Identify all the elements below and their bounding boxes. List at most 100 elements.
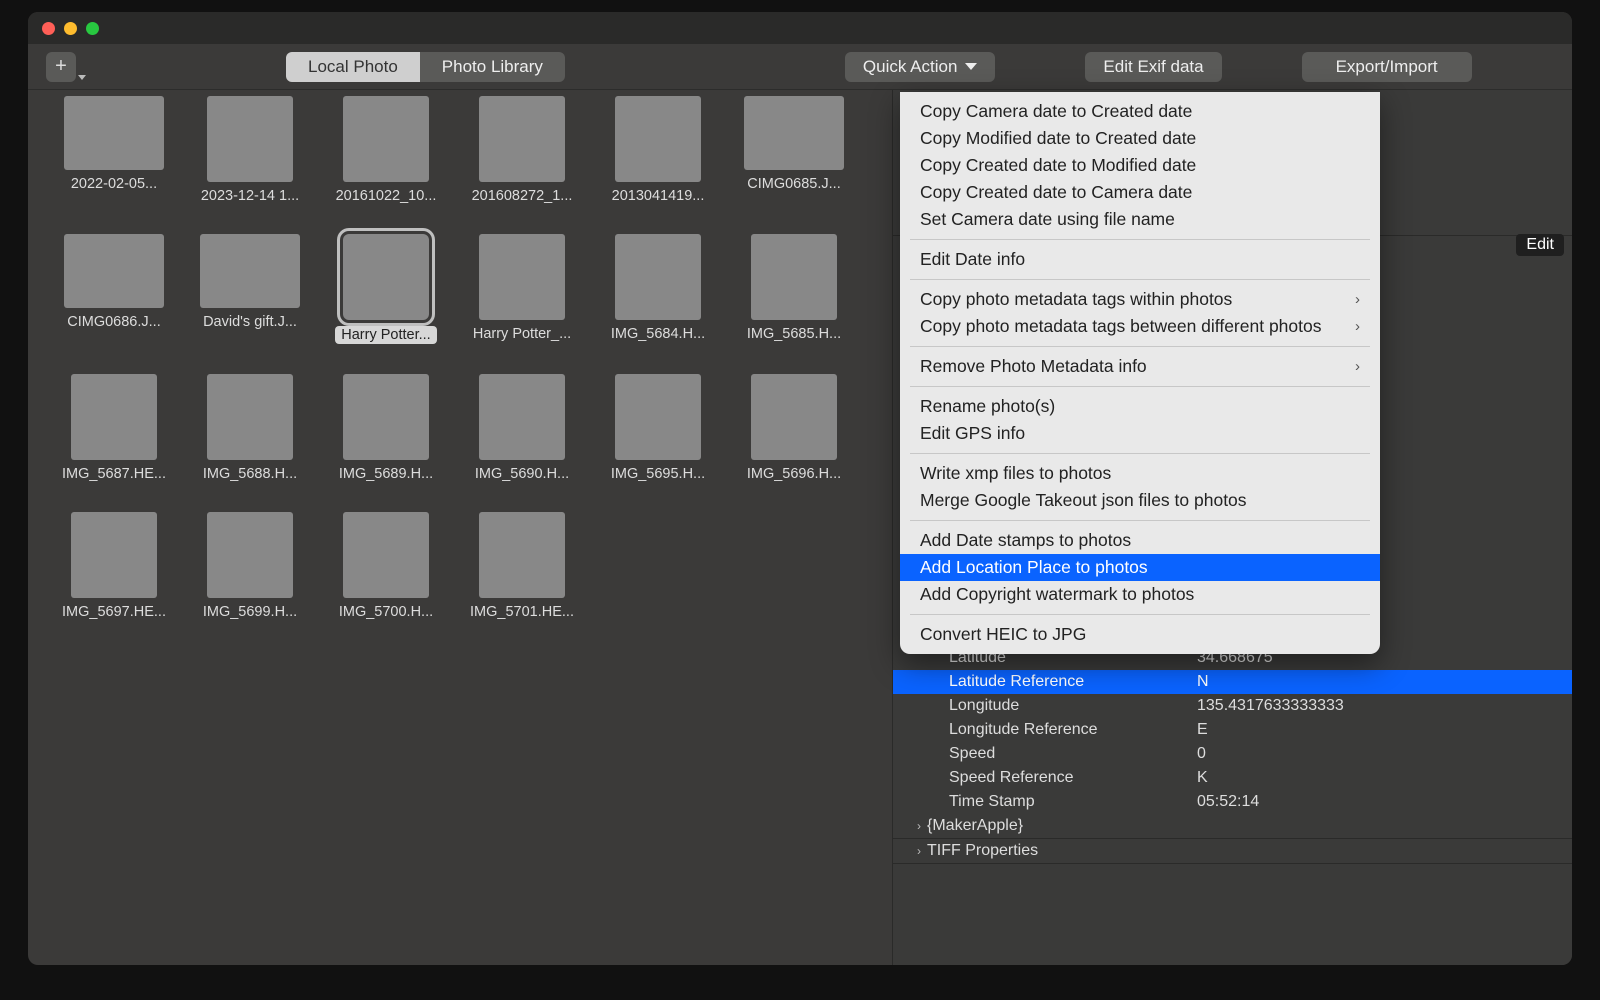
thumbnail-filename: 2013041419... — [612, 188, 705, 204]
thumbnail-image — [615, 234, 701, 320]
thumbnail-filename: CIMG0685.J... — [747, 176, 840, 192]
thumbnail-filename: IMG_5697.HE... — [62, 604, 166, 620]
thumbnail[interactable]: Harry Potter... — [322, 234, 450, 344]
thumbnail-filename: IMG_5688.H... — [203, 466, 297, 482]
quick-action-label: Quick Action — [863, 57, 958, 77]
export-import-button[interactable]: Export/Import — [1302, 52, 1472, 82]
thumbnail[interactable]: IMG_5696.H... — [730, 374, 858, 482]
thumbnail[interactable]: IMG_5684.H... — [594, 234, 722, 344]
thumbnail[interactable]: David's gift.J... — [186, 234, 314, 344]
chevron-right-icon: › — [917, 844, 921, 858]
tab-photo-library[interactable]: Photo Library — [420, 52, 565, 82]
thumbnail-image — [343, 96, 429, 182]
meta-value: 05:52:14 — [1193, 790, 1572, 814]
zoom-icon[interactable] — [86, 22, 99, 35]
quick-action-button[interactable]: Quick Action — [845, 52, 996, 82]
thumbnail-image — [71, 512, 157, 598]
thumbnail-filename: 2022-02-05... — [71, 176, 157, 192]
thumbnail[interactable]: IMG_5695.H... — [594, 374, 722, 482]
menu-item[interactable]: Edit GPS info — [900, 420, 1380, 447]
menu-item[interactable]: Copy Created date to Modified date — [900, 152, 1380, 179]
menu-item[interactable]: Copy photo metadata tags between differe… — [900, 313, 1380, 340]
menu-item[interactable]: Add Date stamps to photos — [900, 527, 1380, 554]
edit-button[interactable]: Edit — [1516, 234, 1564, 256]
thumbnail[interactable]: IMG_5688.H... — [186, 374, 314, 482]
menu-item[interactable]: Rename photo(s) — [900, 393, 1380, 420]
thumbnail-filename: IMG_5701.HE... — [470, 604, 574, 620]
thumbnail-image — [751, 234, 837, 320]
menu-item[interactable]: Copy Created date to Camera date — [900, 179, 1380, 206]
thumbnail[interactable]: IMG_5685.H... — [730, 234, 858, 344]
thumbnail-filename: IMG_5687.HE... — [62, 466, 166, 482]
thumbnail-image — [343, 234, 429, 320]
close-icon[interactable] — [42, 22, 55, 35]
thumbnail[interactable]: IMG_5690.H... — [458, 374, 586, 482]
thumbnail[interactable]: 201608272_1... — [458, 96, 586, 204]
menu-item[interactable]: Edit Date info — [900, 246, 1380, 273]
chevron-right-icon: › — [917, 819, 921, 833]
thumbnail-filename: IMG_5695.H... — [611, 466, 705, 482]
thumbnail[interactable]: IMG_5699.H... — [186, 512, 314, 620]
thumbnail[interactable]: IMG_5689.H... — [322, 374, 450, 482]
meta-key: Longitude Reference — [893, 718, 1193, 742]
menu-item[interactable]: Add Location Place to photos — [900, 554, 1380, 581]
menu-item[interactable]: Copy photo metadata tags within photos› — [900, 286, 1380, 313]
section-makerapple[interactable]: › {MakerApple} — [893, 814, 1572, 839]
menu-item[interactable]: Remove Photo Metadata info› — [900, 353, 1380, 380]
meta-value: K — [1193, 766, 1572, 790]
app-window: + Local Photo Photo Library Quick Action… — [28, 12, 1572, 965]
thumbnail-filename: IMG_5696.H... — [747, 466, 841, 482]
meta-value: 0 — [1193, 742, 1572, 766]
menu-item[interactable]: Copy Camera date to Created date — [900, 98, 1380, 125]
thumbnail-image — [479, 374, 565, 460]
thumbnail[interactable]: 2022-02-05... — [50, 96, 178, 204]
thumbnail-image — [343, 512, 429, 598]
thumbnail-image — [615, 96, 701, 182]
menu-item[interactable]: Write xmp files to photos — [900, 460, 1380, 487]
thumbnail-filename: IMG_5684.H... — [611, 326, 705, 342]
thumbnail-filename: IMG_5699.H... — [203, 604, 297, 620]
chevron-right-icon: › — [1355, 318, 1360, 335]
quick-action-menu[interactable]: Copy Camera date to Created dateCopy Mod… — [900, 92, 1380, 654]
meta-key: Speed Reference — [893, 766, 1193, 790]
thumbnail-image — [207, 374, 293, 460]
thumbnail[interactable]: IMG_5700.H... — [322, 512, 450, 620]
meta-key: Latitude Reference — [893, 670, 1193, 694]
menu-item[interactable]: Convert HEIC to JPG — [900, 621, 1380, 648]
thumbnail-image — [64, 96, 164, 170]
thumbnail[interactable]: IMG_5697.HE... — [50, 512, 178, 620]
thumbnail[interactable]: IMG_5687.HE... — [50, 374, 178, 482]
chevron-down-icon — [965, 63, 977, 70]
thumbnail[interactable]: 2013041419... — [594, 96, 722, 204]
thumbnail[interactable]: IMG_5701.HE... — [458, 512, 586, 620]
thumbnail-image — [479, 96, 565, 182]
toolbar: + Local Photo Photo Library Quick Action… — [28, 44, 1572, 90]
meta-value: N — [1193, 670, 1572, 694]
thumbnail-grid[interactable]: 2022-02-05... 2023-12-14 1... 20161022_10.… — [28, 90, 892, 965]
thumbnail[interactable]: CIMG0685.J... — [730, 96, 858, 204]
thumbnail-filename: 20161022_10... — [336, 188, 437, 204]
thumbnail-image — [479, 512, 565, 598]
section-tiff[interactable]: › TIFF Properties — [893, 839, 1572, 864]
thumbnail[interactable]: 20161022_10... — [322, 96, 450, 204]
thumbnail[interactable]: Harry Potter_... — [458, 234, 586, 344]
menu-item[interactable]: Merge Google Takeout json files to photo… — [900, 487, 1380, 514]
minimize-icon[interactable] — [64, 22, 77, 35]
edit-exif-button[interactable]: Edit Exif data — [1085, 52, 1221, 82]
thumbnail-filename: Harry Potter... — [335, 326, 436, 344]
thumbnail-filename: IMG_5700.H... — [339, 604, 433, 620]
menu-item[interactable]: Set Camera date using file name — [900, 206, 1380, 233]
menu-item[interactable]: Copy Modified date to Created date — [900, 125, 1380, 152]
thumbnail-image — [207, 96, 293, 182]
tab-local-photo[interactable]: Local Photo — [286, 52, 420, 82]
titlebar — [28, 12, 1572, 44]
thumbnail-image — [71, 374, 157, 460]
thumbnail[interactable]: CIMG0686.J... — [50, 234, 178, 344]
thumbnail[interactable]: 2023-12-14 1... — [186, 96, 314, 204]
menu-item[interactable]: Add Copyright watermark to photos — [900, 581, 1380, 608]
meta-value: 135.4317633333333 — [1193, 694, 1572, 718]
thumbnail-filename: 201608272_1... — [472, 188, 573, 204]
meta-row-latitude-ref[interactable]: Latitude Reference N — [893, 670, 1572, 694]
add-button[interactable]: + — [46, 52, 76, 82]
plus-icon: + — [55, 55, 67, 78]
